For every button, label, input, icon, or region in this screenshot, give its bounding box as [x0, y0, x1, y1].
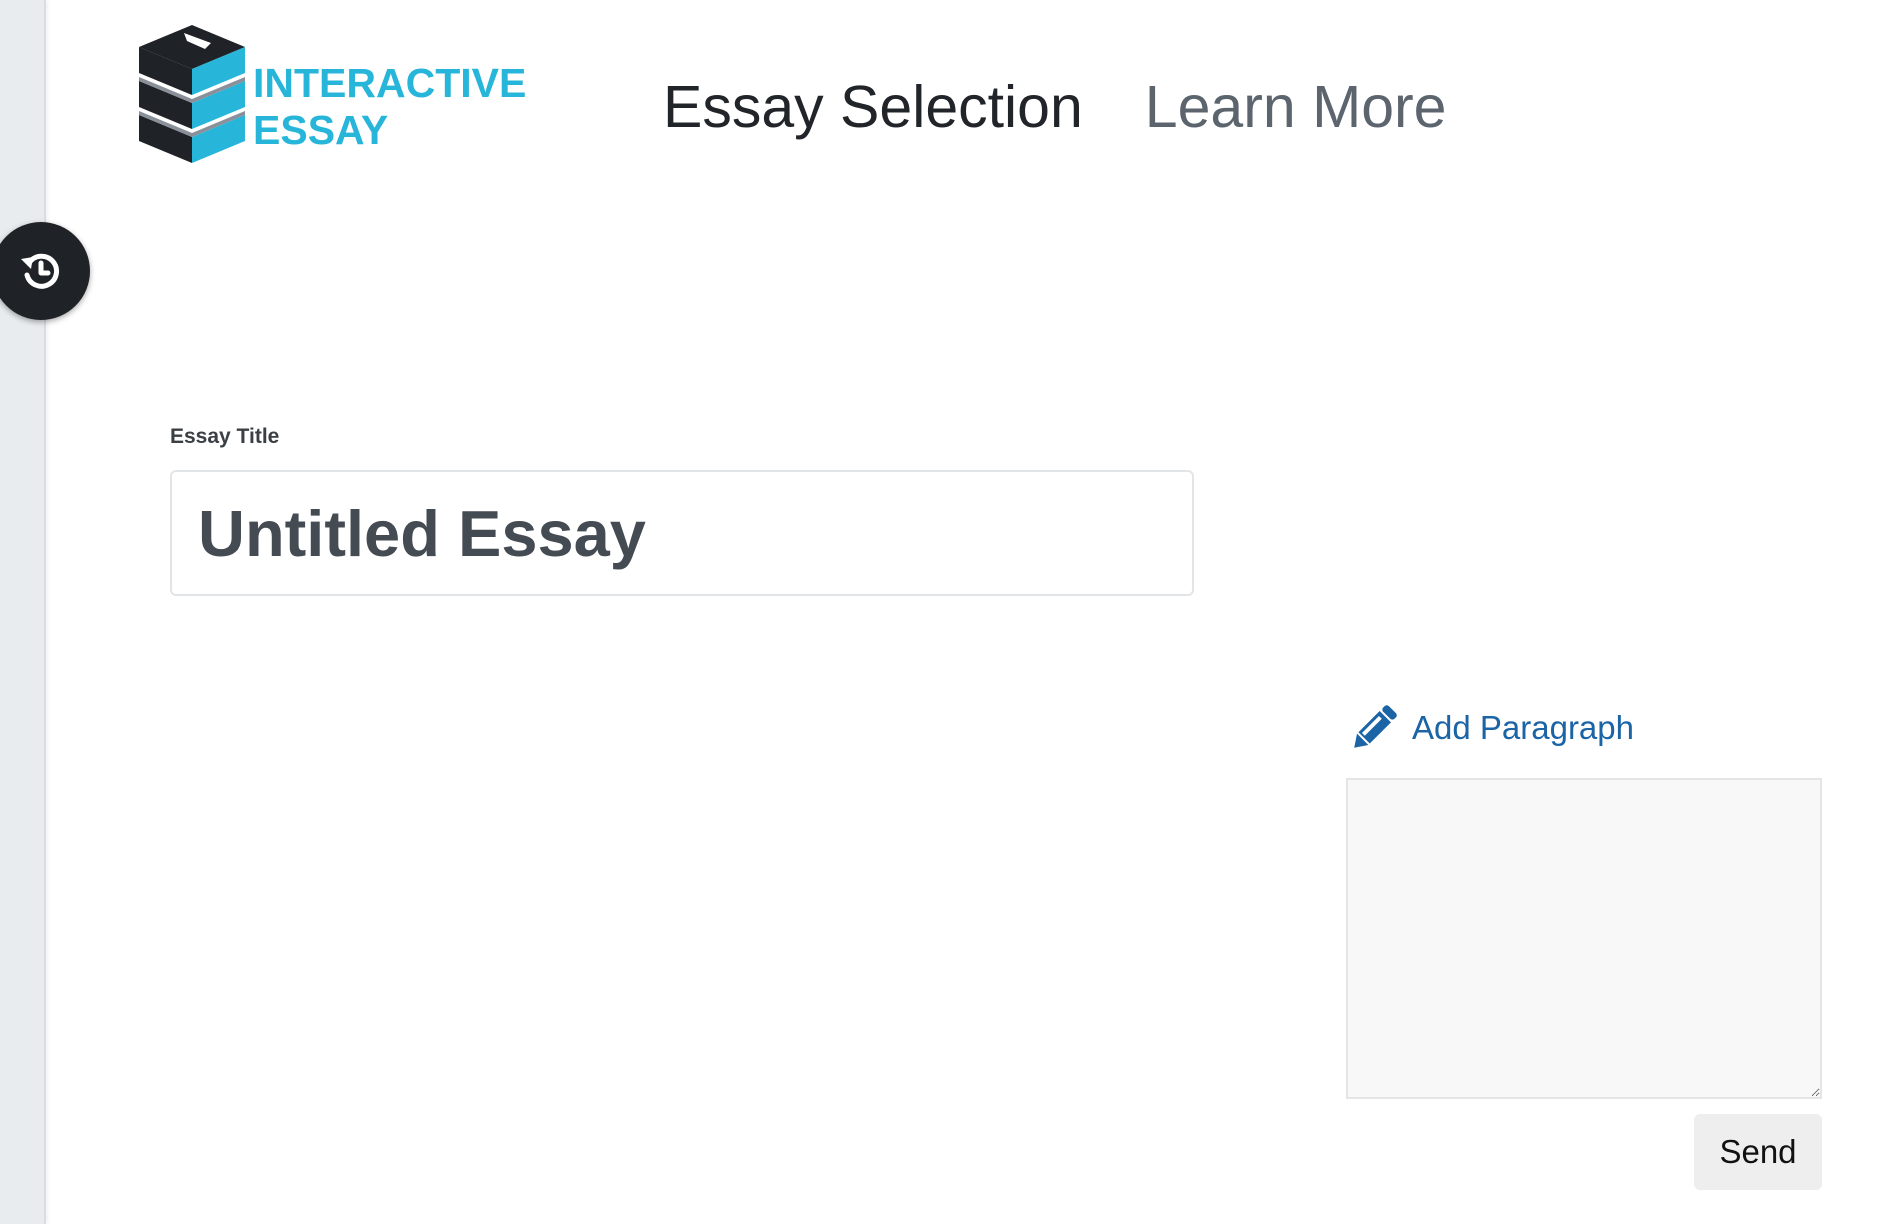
add-paragraph-link[interactable]: Add Paragraph: [1346, 700, 1634, 756]
history-restore-icon: [21, 253, 60, 289]
main-nav: Essay Selection Learn More: [663, 72, 1447, 142]
left-sidebar-rail: [0, 0, 46, 1224]
pencil-icon: [1354, 705, 1397, 748]
essay-title-label: Essay Title: [170, 425, 280, 448]
logo-line-2: ESSAY: [253, 107, 389, 153]
logo[interactable]: INTERACTIVE ESSAY: [139, 25, 526, 189]
essay-title-input[interactable]: [170, 470, 1194, 596]
paragraph-textarea[interactable]: [1346, 778, 1822, 1099]
logo-line-1: INTERACTIVE: [253, 60, 527, 106]
send-button[interactable]: Send: [1694, 1114, 1822, 1190]
stacked-books-icon: [139, 25, 245, 163]
app-page: INTERACTIVE ESSAY Essay Selection Learn …: [0, 0, 1895, 1224]
logo-wordmark: INTERACTIVE ESSAY: [253, 60, 526, 154]
add-paragraph-label: Add Paragraph: [1412, 709, 1634, 746]
nav-essay-selection[interactable]: Essay Selection: [663, 72, 1083, 142]
nav-learn-more[interactable]: Learn More: [1145, 72, 1447, 142]
history-button[interactable]: [0, 222, 90, 320]
